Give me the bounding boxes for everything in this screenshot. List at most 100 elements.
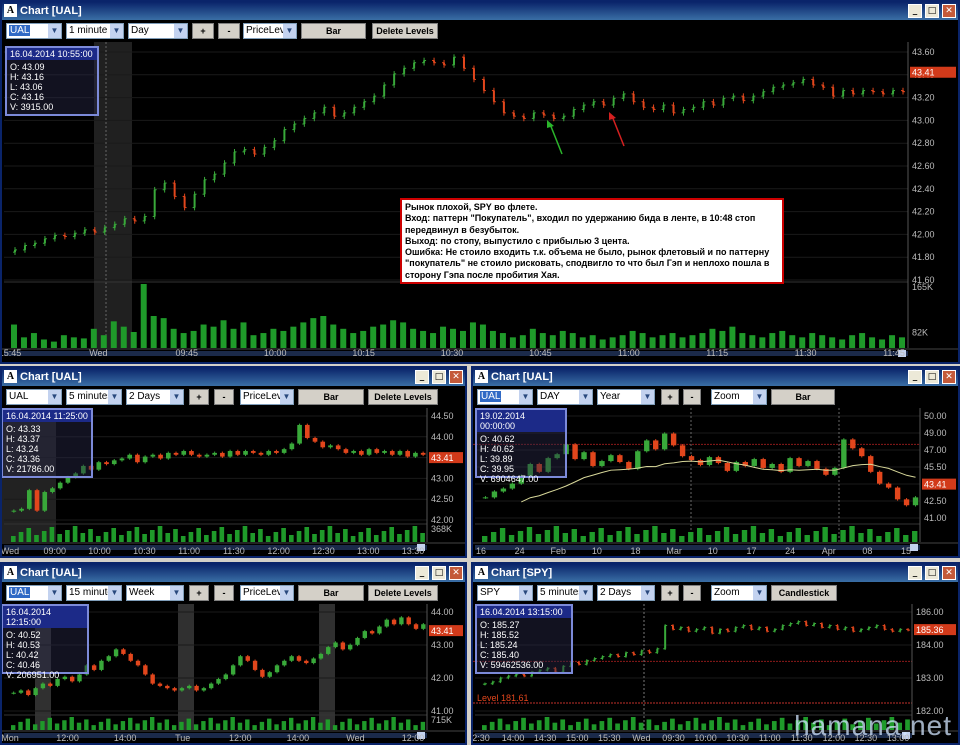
volume-bar [406, 719, 411, 730]
delete-levels-button[interactable]: Delete Levels [372, 23, 438, 39]
period-select[interactable]: Week ▼ [126, 585, 184, 601]
indicator-select[interactable]: PriceLeve ▼ [240, 389, 294, 405]
zoom-in-button[interactable]: + [661, 585, 679, 601]
interval-select[interactable]: 5 minutes ▼ [66, 389, 122, 405]
volume-bar [869, 337, 876, 348]
window-title-bar[interactable]: A Chart [UAL] _ □ ✕ [2, 564, 465, 582]
zoom-in-button[interactable]: + [189, 389, 209, 405]
volume-bar [688, 532, 694, 542]
volume-bar [740, 725, 746, 730]
indicator-select[interactable]: PriceLeve ▼ [240, 585, 294, 601]
window-title-bar[interactable]: A Chart [UAL] _ □ ✕ [2, 2, 958, 20]
price-bar [183, 196, 186, 208]
zoom-out-button[interactable]: - [214, 585, 234, 601]
chart-window-ual-5min[interactable]: A Chart [UAL] _ □ ✕ UAL ▼ 5 minutes ▼ 2 Da… [0, 366, 467, 558]
close-icon[interactable]: ✕ [449, 566, 463, 580]
volume-bar [142, 720, 148, 730]
maximize-icon[interactable]: □ [432, 370, 446, 384]
zoom-in-button[interactable]: + [189, 585, 209, 601]
minimize-icon[interactable]: _ [908, 566, 922, 580]
period-select[interactable]: Year ▼ [597, 389, 655, 405]
time-tick-label: 10 [592, 546, 602, 556]
window-title-bar[interactable]: A Chart [SPY] _ □ ✕ [473, 564, 958, 582]
price-bar [860, 629, 863, 632]
price-tick-label: 44.00 [431, 607, 454, 617]
candle-body [220, 452, 225, 457]
candle-body [142, 456, 148, 463]
chart-area[interactable]: 44.5044.0043.5043.0042.5042.00368KWed09:… [2, 408, 465, 556]
volume-bar [519, 335, 526, 348]
period-select[interactable]: 2 Days ▼ [126, 389, 184, 405]
delete-levels-button[interactable]: Delete Levels [368, 585, 438, 601]
zoom-select[interactable]: Zoom ▼ [711, 389, 767, 405]
symbol-select[interactable]: UAL ▼ [6, 23, 62, 39]
bar-type-button[interactable]: Bar [301, 23, 366, 39]
close-icon[interactable]: ✕ [942, 4, 956, 18]
volume-bar [384, 720, 389, 730]
indicator-select[interactable]: PriceLeve ▼ [243, 23, 297, 39]
volume-bar [749, 335, 756, 348]
bar-type-button[interactable]: Bar [298, 389, 364, 405]
price-bar [423, 60, 426, 63]
minimize-icon[interactable]: _ [415, 566, 429, 580]
maximize-icon[interactable]: □ [432, 566, 446, 580]
price-tick-label: 50.00 [924, 411, 947, 421]
period-select[interactable]: 2 Days ▼ [597, 585, 655, 601]
chart-area[interactable]: 43.6043.4043.2043.0042.8042.6042.4042.20… [2, 42, 958, 362]
chart-window-main[interactable]: A Chart [UAL] _ □ ✕ UAL ▼ 1 minute ▼ Day ▼ … [0, 0, 960, 364]
zoom-in-button[interactable]: + [192, 23, 214, 39]
minimize-icon[interactable]: _ [908, 370, 922, 384]
interval-select[interactable]: 15 minutes ▼ [66, 585, 122, 601]
symbol-select[interactable]: UAL ▼ [477, 389, 533, 405]
close-icon[interactable]: ✕ [942, 370, 956, 384]
volume-bar [589, 335, 596, 348]
candlestick-type-button[interactable]: Candlestick [771, 585, 837, 601]
zoom-out-button[interactable]: - [683, 585, 701, 601]
interval-select[interactable]: 1 minute ▼ [66, 23, 124, 39]
ohlc-close: C: 43.36 [6, 454, 41, 464]
close-icon[interactable]: ✕ [449, 370, 463, 384]
price-bar [624, 652, 627, 657]
symbol-select[interactable]: SPY ▼ [477, 585, 533, 601]
price-tick-label: 41.00 [924, 513, 947, 523]
maximize-icon[interactable]: □ [925, 370, 939, 384]
volume-bar [858, 533, 864, 542]
volume-bar [150, 717, 155, 730]
minimize-icon[interactable]: _ [908, 4, 922, 18]
zoom-out-button[interactable]: - [214, 389, 234, 405]
volume-bar [615, 723, 620, 730]
maximize-icon[interactable]: □ [925, 4, 939, 18]
volume-bar [639, 333, 646, 348]
close-icon[interactable]: ✕ [942, 566, 956, 580]
interval-select[interactable]: 5 minutes ▼ [537, 585, 593, 601]
chart-area[interactable]: 50.0049.0047.0045.5043.0042.5041.001624F… [473, 408, 958, 556]
chart-area[interactable]: 44.00 43.00 42.00 41.00 715K Mon 12:00 14:00 Tue… [2, 604, 465, 743]
symbol-select[interactable]: UAL ▼ [6, 585, 62, 601]
volume-bar [171, 725, 177, 730]
volume-bar [460, 330, 466, 348]
minimize-icon[interactable]: _ [415, 370, 429, 384]
window-title-bar[interactable]: A Chart [UAL] _ □ ✕ [473, 368, 958, 386]
chart-window-spy[interactable]: A Chart [SPY] _ □ ✕ SPY ▼ 5 minutes ▼ 2 Da… [471, 562, 960, 745]
zoom-select[interactable]: Zoom ▼ [711, 585, 767, 601]
maximize-icon[interactable]: □ [925, 566, 939, 580]
chart-window-ual-15min[interactable]: A Chart [UAL] _ □ ✕ UAL ▼ 15 minutes ▼ Wee… [0, 562, 467, 745]
zoom-out-button[interactable]: - [218, 23, 240, 39]
bar-type-button[interactable]: Bar [771, 389, 835, 405]
bar-type-button[interactable]: Bar [298, 585, 364, 601]
zoom-in-button[interactable]: + [661, 389, 679, 405]
price-bar [872, 90, 875, 92]
volume-bar [150, 530, 155, 542]
symbol-select[interactable]: UAL ▼ [6, 389, 62, 405]
delete-levels-button[interactable]: Delete Levels [368, 389, 438, 405]
candle-body [260, 669, 265, 677]
candle-body [99, 660, 104, 670]
volume-bar [170, 328, 177, 348]
chart-window-ual-day[interactable]: A Chart [UAL] _ □ ✕ UAL ▼ DAY ▼ Year ▼ + - … [471, 366, 960, 558]
window-title-bar[interactable]: A Chart [UAL] _ □ ✕ [2, 368, 465, 386]
candle-body [173, 452, 179, 455]
zoom-out-button[interactable]: - [683, 389, 701, 405]
volume-bar [223, 720, 228, 730]
period-select[interactable]: Day ▼ [128, 23, 188, 39]
interval-select[interactable]: DAY ▼ [537, 389, 593, 405]
